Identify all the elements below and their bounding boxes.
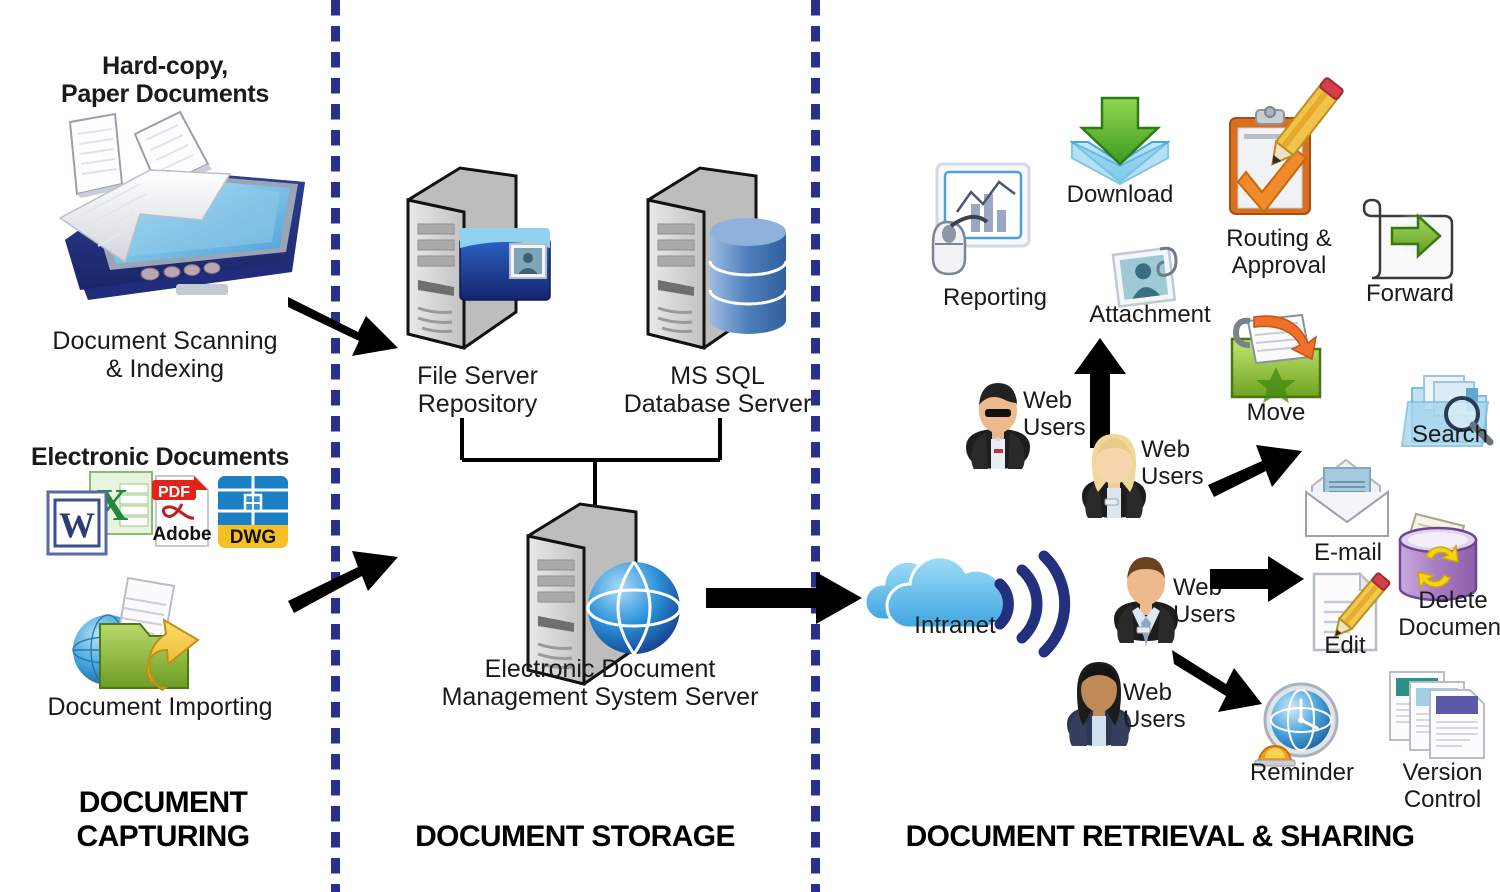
file-folder-icon xyxy=(459,228,551,301)
arrow-to-reminder xyxy=(1170,640,1270,720)
svg-text:DWG: DWG xyxy=(230,527,276,548)
web-user-man-suit xyxy=(1110,555,1182,647)
file-server-label: File Server Repository xyxy=(417,362,538,418)
arrow-to-edit xyxy=(1210,555,1306,603)
move-label: Move xyxy=(1246,399,1306,426)
electronic-documents-heading: Electronic Documents xyxy=(31,443,289,471)
scanner-illustration xyxy=(30,110,320,317)
file-server-illustration xyxy=(398,162,558,362)
arrow-scan-to-storage xyxy=(286,285,401,367)
email-icon xyxy=(1300,458,1394,538)
forward-icon xyxy=(1362,192,1462,280)
photo-thumb-icon xyxy=(509,243,547,279)
file-type-icons: X W PDF Adobe DWG xyxy=(42,470,292,570)
section-title-storage: DOCUMENT STORAGE xyxy=(415,820,735,853)
diagram-canvas: Hard-copy, Paper Documents Document Scan… xyxy=(0,0,1500,892)
sql-server-label: MS SQL Database Server xyxy=(623,362,812,418)
globe-icon xyxy=(586,561,682,655)
version-control-label: Version Control xyxy=(1402,759,1483,813)
attachment-label: Attachment xyxy=(1089,301,1211,328)
scanner-label: Document Scanning & Indexing xyxy=(52,327,278,383)
pdf-icon: PDF Adobe xyxy=(152,475,212,547)
divider-storage-retrieval xyxy=(811,0,820,892)
arrow-import-to-storage xyxy=(286,535,401,617)
version-control-icon xyxy=(1386,668,1494,760)
svg-text:PDF: PDF xyxy=(158,484,190,501)
database-cylinder-icon xyxy=(708,218,788,334)
dwg-icon: DWG xyxy=(218,476,288,548)
sql-server-illustration xyxy=(638,162,798,362)
move-icon xyxy=(1226,311,1326,403)
arrow-to-move-email xyxy=(1206,435,1306,505)
routing-approval-label: Routing & Approval xyxy=(1226,225,1332,279)
section-title-retrieval: DOCUMENT RETRIEVAL & SHARING xyxy=(905,820,1415,853)
routing-approval-icon xyxy=(1222,77,1344,222)
arrow-storage-to-intranet xyxy=(706,570,866,630)
reminder-label: Reminder xyxy=(1249,759,1355,786)
section-title-capturing: DOCUMENT CAPTURING xyxy=(76,786,251,853)
svg-text:W: W xyxy=(59,505,95,545)
download-label: Download xyxy=(1066,181,1174,208)
download-icon xyxy=(1066,96,1174,188)
edit-label: Edit xyxy=(1324,632,1366,659)
edms-server-illustration xyxy=(518,498,698,686)
word-icon: W xyxy=(46,490,108,556)
web-user-blonde xyxy=(1078,432,1150,522)
reporting-icon xyxy=(925,160,1035,285)
svg-text:Adobe: Adobe xyxy=(152,524,211,545)
document-importing-label: Document Importing xyxy=(47,693,273,721)
search-label: Search xyxy=(1411,421,1489,448)
edms-server-label: Electronic Document Management System Se… xyxy=(441,655,759,711)
divider-capturing-storage xyxy=(331,0,340,892)
hardcopy-heading: Hard-copy, Paper Documents xyxy=(60,52,270,108)
document-importing-illustration xyxy=(66,572,226,702)
intranet-label: Intranet xyxy=(914,612,996,639)
forward-label: Forward xyxy=(1365,280,1455,307)
